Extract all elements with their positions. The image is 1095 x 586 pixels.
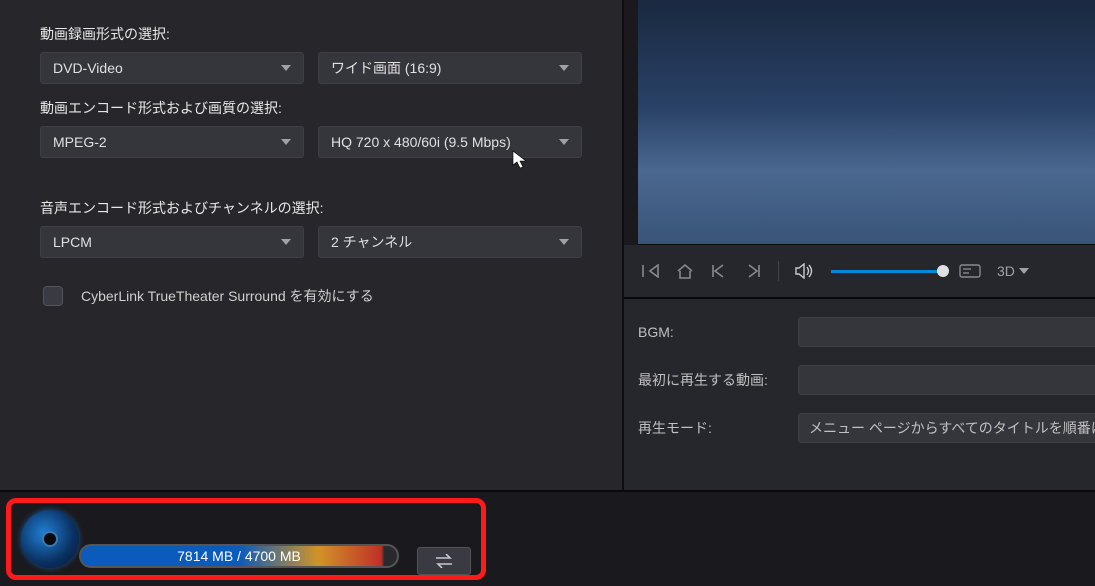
rec-format-label: 動画録画形式の選択: bbox=[40, 24, 582, 44]
bottom-bar: 7814 MB / 4700 MB bbox=[0, 490, 1095, 586]
capacity-bar: 7814 MB / 4700 MB bbox=[79, 544, 399, 568]
capacity-text: 7814 MB / 4700 MB bbox=[177, 548, 301, 564]
swap-icon bbox=[433, 554, 455, 568]
channels-value: 2 チャンネル bbox=[331, 232, 412, 252]
encode-label: 動画エンコード形式および画質の選択: bbox=[40, 98, 582, 118]
truetheater-label: CyberLink TrueTheater Surround を有効にする bbox=[81, 286, 374, 306]
chevron-down-icon bbox=[559, 139, 569, 145]
display-icon[interactable] bbox=[957, 258, 983, 284]
prev-chapter-icon[interactable] bbox=[638, 258, 664, 284]
chevron-down-icon bbox=[1019, 268, 1029, 274]
chevron-down-icon bbox=[281, 65, 291, 71]
chevron-down-icon bbox=[559, 65, 569, 71]
disc-icon[interactable] bbox=[21, 510, 79, 568]
chevron-down-icon bbox=[559, 239, 569, 245]
divider bbox=[778, 261, 779, 281]
first-play-field[interactable] bbox=[798, 365, 1095, 395]
step-forward-icon[interactable] bbox=[740, 258, 766, 284]
truetheater-checkbox[interactable] bbox=[43, 286, 63, 306]
rec-format-value: DVD-Video bbox=[53, 60, 123, 76]
chevron-down-icon bbox=[281, 139, 291, 145]
settings-panel: 動画録画形式の選択: DVD-Video ワイド画面 (16:9) 動画エンコー… bbox=[0, 0, 624, 490]
channels-dropdown[interactable]: 2 チャンネル bbox=[318, 226, 582, 258]
bgm-label: BGM: bbox=[638, 324, 798, 340]
3d-toggle[interactable]: 3D bbox=[997, 263, 1029, 279]
aspect-dropdown[interactable]: ワイド画面 (16:9) bbox=[318, 52, 582, 84]
volume-slider[interactable] bbox=[831, 270, 943, 273]
rec-format-dropdown[interactable]: DVD-Video bbox=[40, 52, 304, 84]
playback-controls: 3D bbox=[624, 245, 1095, 297]
swap-button[interactable] bbox=[417, 547, 471, 575]
video-codec-dropdown[interactable]: MPEG-2 bbox=[40, 126, 304, 158]
video-quality-dropdown[interactable]: HQ 720 x 480/60i (9.5 Mbps) bbox=[318, 126, 582, 158]
video-quality-value: HQ 720 x 480/60i (9.5 Mbps) bbox=[331, 134, 511, 150]
chevron-down-icon bbox=[281, 239, 291, 245]
capacity-highlight: 7814 MB / 4700 MB bbox=[6, 498, 486, 580]
audio-codec-dropdown[interactable]: LPCM bbox=[40, 226, 304, 258]
preview-area bbox=[638, 0, 1095, 245]
audio-label: 音声エンコード形式およびチャンネルの選択: bbox=[40, 198, 582, 218]
right-panel: 3D BGM: 最初に再生する動画: 再生モード: メニュー ページからすべての… bbox=[624, 0, 1095, 490]
bgm-field[interactable] bbox=[798, 317, 1095, 347]
volume-icon[interactable] bbox=[791, 258, 817, 284]
play-mode-label: 再生モード: bbox=[638, 418, 798, 438]
audio-codec-value: LPCM bbox=[53, 234, 92, 250]
step-back-icon[interactable] bbox=[706, 258, 732, 284]
first-play-label: 最初に再生する動画: bbox=[638, 370, 798, 390]
home-icon[interactable] bbox=[672, 258, 698, 284]
aspect-value: ワイド画面 (16:9) bbox=[331, 58, 441, 78]
video-codec-value: MPEG-2 bbox=[53, 134, 107, 150]
meta-panel: BGM: 最初に再生する動画: 再生モード: メニュー ページからすべてのタイト… bbox=[624, 297, 1095, 490]
play-mode-field[interactable]: メニュー ページからすべてのタイトルを順番に再生す bbox=[798, 413, 1095, 443]
